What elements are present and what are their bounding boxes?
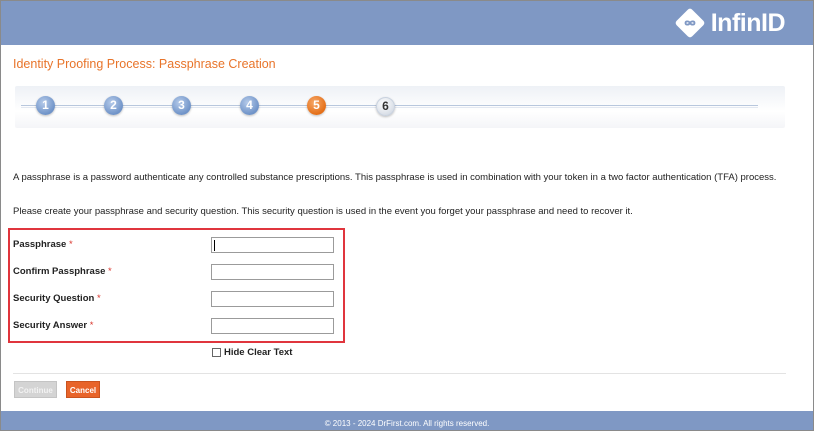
security-answer-label: Security Answer * bbox=[13, 320, 93, 331]
step-5-current: 5 bbox=[307, 96, 326, 115]
footer: © 2013 - 2024 DrFirst.com. All rights re… bbox=[1, 411, 813, 430]
page-frame: InfinID Identity Proofing Process: Passp… bbox=[0, 0, 814, 431]
security-answer-input[interactable] bbox=[211, 318, 334, 334]
step-1: 1 bbox=[36, 96, 55, 115]
infinity-icon bbox=[675, 8, 705, 38]
passphrase-label-text: Passphrase bbox=[13, 239, 67, 250]
security-question-label-text: Security Question bbox=[13, 293, 95, 304]
required-marker: * bbox=[108, 266, 112, 277]
continue-button[interactable]: Continue bbox=[14, 381, 57, 398]
confirm-passphrase-label-text: Confirm Passphrase bbox=[13, 266, 106, 277]
page-title: Identity Proofing Process: Passphrase Cr… bbox=[13, 57, 276, 71]
cancel-button[interactable]: Cancel bbox=[66, 381, 100, 398]
step-2: 2 bbox=[104, 96, 123, 115]
required-marker: * bbox=[96, 293, 101, 304]
hide-clear-text-checkbox[interactable] bbox=[212, 348, 221, 357]
intro-paragraph-passphrase: A passphrase is a password authenticate … bbox=[13, 172, 777, 183]
brand-logo: InfinID bbox=[675, 8, 786, 38]
security-question-input[interactable] bbox=[211, 291, 334, 307]
step-3: 3 bbox=[172, 96, 191, 115]
passphrase-label: Passphrase * bbox=[13, 239, 73, 250]
top-header: InfinID bbox=[1, 1, 813, 45]
intro-paragraph-instructions: Please create your passphrase and securi… bbox=[13, 206, 633, 217]
copyright-text: © 2013 - 2024 DrFirst.com. All rights re… bbox=[324, 419, 490, 428]
step-6: 6 bbox=[376, 97, 395, 116]
passphrase-input[interactable] bbox=[211, 237, 334, 253]
confirm-passphrase-label: Confirm Passphrase * bbox=[13, 266, 112, 277]
required-marker: * bbox=[89, 320, 94, 331]
brand-name: InfinID bbox=[710, 8, 786, 37]
required-marker: * bbox=[68, 239, 73, 250]
divider bbox=[13, 373, 786, 374]
confirm-passphrase-input[interactable] bbox=[211, 264, 334, 280]
hide-clear-text-label[interactable]: Hide Clear Text bbox=[224, 347, 292, 358]
text-cursor bbox=[214, 240, 215, 251]
step-4: 4 bbox=[240, 96, 259, 115]
security-question-label: Security Question * bbox=[13, 293, 101, 304]
security-answer-label-text: Security Answer bbox=[13, 320, 88, 331]
